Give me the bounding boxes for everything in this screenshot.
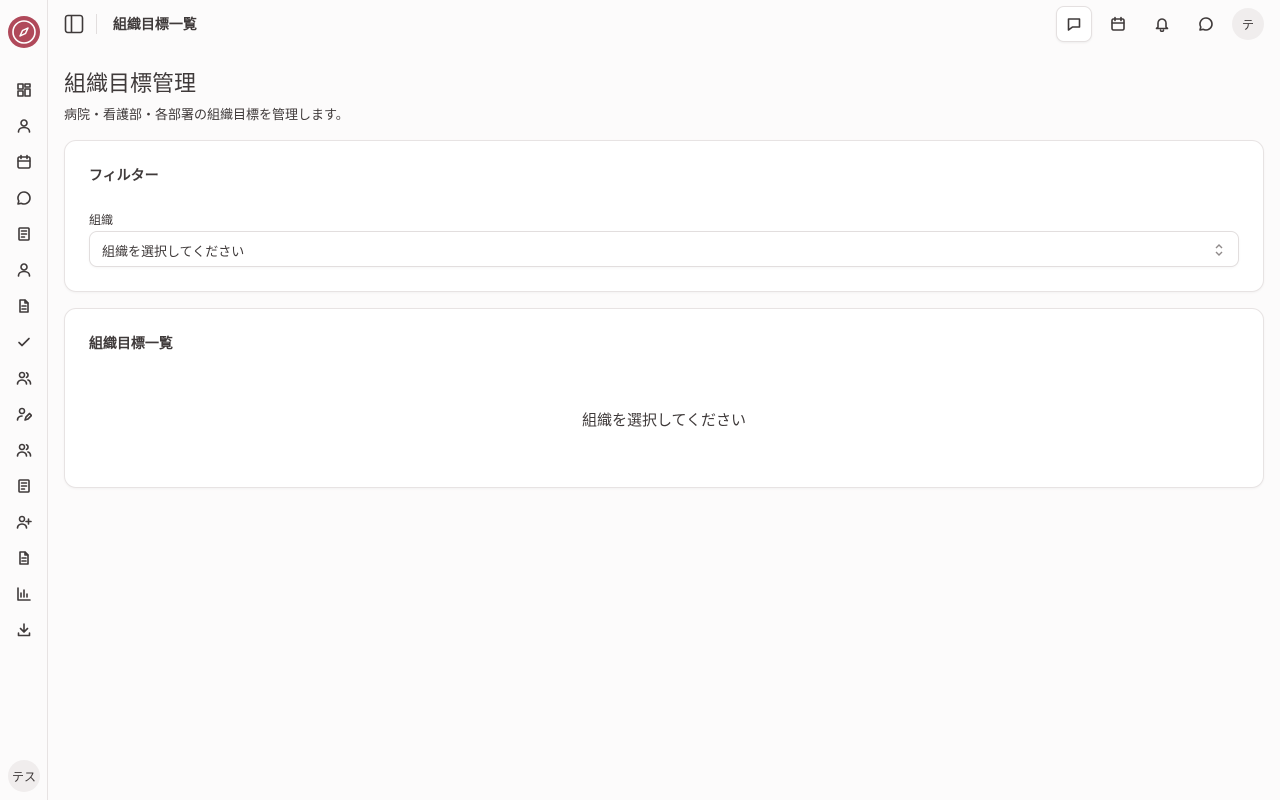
sidebar-item-documents[interactable] xyxy=(14,224,34,244)
sidebar-item-tasks[interactable] xyxy=(14,332,34,352)
document-icon xyxy=(18,227,30,241)
bell-icon xyxy=(1155,18,1169,32)
organization-label: 組織 xyxy=(89,213,114,227)
check-icon xyxy=(18,337,30,347)
sidebar-item-profile[interactable] xyxy=(14,116,34,136)
sidebar: テス xyxy=(0,0,48,800)
app-logo[interactable] xyxy=(8,16,40,48)
goals-list-title: 組織目標一覧 xyxy=(89,336,173,352)
sidebar-item-export[interactable] xyxy=(14,620,34,640)
sidebar-item-forms[interactable] xyxy=(14,548,34,568)
sidebar-item-add-user[interactable] xyxy=(14,512,34,532)
sidebar-item-calendar[interactable] xyxy=(14,152,34,172)
filter-card-title: フィルター xyxy=(89,168,159,184)
dashboard-icon xyxy=(17,83,31,97)
sidebar-item-dashboard[interactable] xyxy=(14,80,34,100)
organization-select-value: 組織を選択してください xyxy=(102,245,245,260)
calendar-icon xyxy=(1111,16,1125,31)
account-avatar[interactable]: テ xyxy=(1232,8,1264,40)
empty-state-message: 組織を選択してください xyxy=(581,411,747,429)
bar-chart-icon xyxy=(17,587,31,601)
user-icon xyxy=(17,263,31,277)
user-plus-icon xyxy=(16,515,32,529)
users-icon xyxy=(16,371,32,385)
notifications-button[interactable] xyxy=(1144,6,1180,42)
user-icon xyxy=(17,119,31,133)
compass-icon xyxy=(12,20,36,44)
chat-icon xyxy=(17,191,31,205)
calendar-button[interactable] xyxy=(1100,6,1136,42)
sidebar-item-analytics[interactable] xyxy=(14,584,34,604)
message-square-icon xyxy=(1067,18,1081,31)
sidebar-item-staff[interactable] xyxy=(14,260,34,280)
chat-button[interactable] xyxy=(1188,6,1224,42)
chat-icon xyxy=(1199,17,1213,31)
user-avatar[interactable]: テス xyxy=(8,760,40,792)
download-icon xyxy=(17,623,31,637)
user-edit-icon xyxy=(16,407,32,421)
sidebar-item-evaluations[interactable] xyxy=(14,404,34,424)
calendar-icon xyxy=(17,154,31,169)
organization-select[interactable]: 組織を選択してください xyxy=(89,231,1239,267)
page-title: 組織目標管理 xyxy=(64,72,197,97)
goals-list-card: 組織目標一覧 組織を選択してください xyxy=(64,308,1264,488)
sidebar-item-teams[interactable] xyxy=(14,368,34,388)
filter-card: フィルター 組織 組織を選択してください xyxy=(64,140,1264,292)
header-divider xyxy=(96,14,97,34)
top-header: 組織目標一覧 テ xyxy=(48,0,1280,48)
sidebar-item-reports[interactable] xyxy=(14,296,34,316)
sidebar-item-records[interactable] xyxy=(14,476,34,496)
file-text-icon xyxy=(19,551,29,565)
users-icon xyxy=(16,443,32,457)
document-icon xyxy=(18,479,30,493)
sidebar-toggle-button[interactable] xyxy=(62,12,86,36)
sidebar-item-messages[interactable] xyxy=(14,188,34,208)
chevrons-up-down-icon xyxy=(1212,242,1226,258)
breadcrumb-title: 組織目標一覧 xyxy=(113,17,197,33)
file-text-icon xyxy=(19,299,29,313)
feedback-button[interactable] xyxy=(1056,6,1092,42)
sidebar-item-groups[interactable] xyxy=(14,440,34,460)
page-description: 病院・看護部・各部署の組織目標を管理します。 xyxy=(64,108,349,123)
panel-left-icon xyxy=(64,14,84,34)
